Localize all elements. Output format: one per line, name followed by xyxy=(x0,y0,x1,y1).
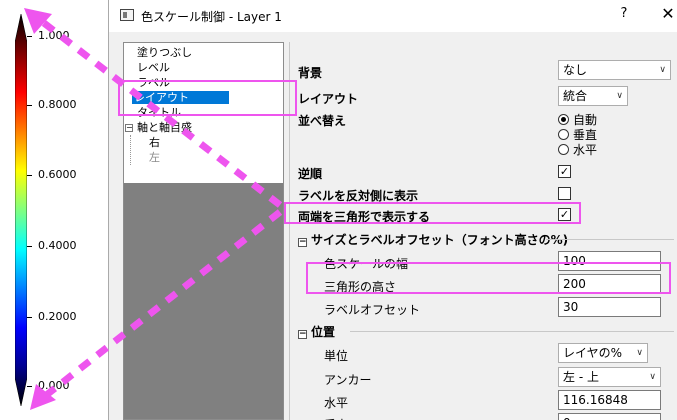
triangle-ends-checkbox[interactable]: ✓ xyxy=(558,208,571,221)
tick-mark xyxy=(27,175,32,176)
tree-item-label: 右 xyxy=(149,136,160,149)
triangle-height-label: 三角形の高さ xyxy=(324,280,397,294)
label-offset-label: ラベルオフセット xyxy=(324,303,421,317)
radio-selected-icon xyxy=(558,114,569,125)
radio-label: 水平 xyxy=(573,143,598,157)
tick-label-0: 0.000 xyxy=(38,379,70,392)
vertical-input[interactable]: 0 xyxy=(558,413,661,420)
horizontal-label: 水平 xyxy=(324,396,349,410)
horizontal-input[interactable]: 116.16848 xyxy=(558,390,661,410)
tree-item-label: 左 xyxy=(149,151,160,164)
tree-item-left[interactable]: 左 xyxy=(148,150,160,165)
tree-item-layout[interactable]: レイアウト xyxy=(132,90,229,105)
radio-icon xyxy=(558,129,569,140)
tick-label-02: 0.2000 xyxy=(38,310,77,323)
color-scale-bar xyxy=(15,14,27,406)
tree-item-label: 軸と軸目盛 xyxy=(137,121,192,134)
tree-item-right[interactable]: 右 xyxy=(148,135,160,150)
help-button[interactable]: ? xyxy=(616,6,632,21)
sort-label: 並べ替え xyxy=(298,114,347,128)
color-scale-gradient xyxy=(15,14,27,406)
section-divider xyxy=(350,331,674,332)
tree-item-axis-ticks[interactable]: − 軸と軸目盛 xyxy=(125,120,192,135)
collapse-icon: − xyxy=(298,237,307,247)
anchor-label: アンカー xyxy=(324,373,372,387)
label-offset-input[interactable]: 30 xyxy=(558,297,661,317)
triangle-height-input[interactable]: 200 xyxy=(558,274,661,294)
section-divider xyxy=(546,239,674,240)
tree-item-label: レイアウト xyxy=(132,91,229,104)
tick-mark xyxy=(27,386,32,387)
background-value: なし xyxy=(563,63,588,77)
size-offset-section-header[interactable]: − サイズとラベルオフセット（フォント高さの%) xyxy=(298,231,568,248)
radio-label: 自動 xyxy=(573,113,598,127)
tick-mark xyxy=(27,246,32,247)
triangle-ends-label: 両端を三角形で表示する xyxy=(298,210,431,224)
layout-value: 統合 xyxy=(563,89,588,103)
opposite-checkbox[interactable] xyxy=(558,187,571,200)
sort-option-horizontal[interactable]: 水平 xyxy=(558,143,597,158)
tick-mark xyxy=(27,105,32,106)
anchor-dropdown[interactable]: 左 - 上 ∨ xyxy=(558,367,661,387)
collapse-icon[interactable]: − xyxy=(125,124,133,132)
chevron-down-icon: ∨ xyxy=(649,372,656,382)
radio-icon xyxy=(558,144,569,155)
background-dropdown[interactable]: なし ∨ xyxy=(558,60,671,80)
anchor-value: 左 - 上 xyxy=(563,370,599,384)
dialog-body: 塗りつぶし レベル ラベル レイアウト タイトル − 軸と軸目盛 右 左 背景 な… xyxy=(109,32,677,420)
reverse-label: 逆順 xyxy=(298,167,323,181)
chevron-down-icon: ∨ xyxy=(659,65,666,75)
title-bar[interactable]: 色スケール制御 - Layer 1 ? ✕ xyxy=(109,0,677,32)
tree-item-title[interactable]: タイトル xyxy=(136,105,181,120)
collapse-icon: − xyxy=(298,329,307,339)
layout-dropdown[interactable]: 統合 ∨ xyxy=(558,86,628,106)
tick-label-06: 0.6000 xyxy=(38,168,77,181)
reverse-checkbox[interactable]: ✓ xyxy=(558,165,571,178)
tree-item-label: タイトル xyxy=(137,106,181,119)
settings-tree[interactable]: 塗りつぶし レベル ラベル レイアウト タイトル − 軸と軸目盛 右 左 xyxy=(123,42,284,420)
opposite-label: ラベルを反対側に表示 xyxy=(298,189,419,203)
tree-item-fill[interactable]: 塗りつぶし xyxy=(136,45,192,60)
scale-width-input[interactable]: 100 xyxy=(558,251,661,271)
radio-label: 垂直 xyxy=(573,128,598,142)
vertical-label: 垂直 xyxy=(324,416,348,420)
color-scale-preview: 1.000 0.8000 0.6000 0.4000 0.2000 0.000 xyxy=(0,0,108,420)
tick-mark xyxy=(27,36,32,37)
properties-panel: 背景 なし ∨ レイアウト 統合 ∨ 並べ替え 自動 垂直 水平 逆順 ✓ ラベ… xyxy=(289,42,677,420)
tick-label-04: 0.4000 xyxy=(38,239,77,252)
tree-item-levels[interactable]: レベル xyxy=(136,60,170,75)
window-icon xyxy=(120,9,134,21)
sort-option-vertical[interactable]: 垂直 xyxy=(558,128,597,143)
sort-option-auto[interactable]: 自動 xyxy=(558,113,597,128)
tick-label-08: 0.8000 xyxy=(38,98,77,111)
color-scale-control-dialog: 色スケール制御 - Layer 1 ? ✕ 塗りつぶし レベル ラベル レイアウ… xyxy=(108,0,677,420)
scale-width-label: 色スケールの幅 xyxy=(324,257,409,271)
tree-item-labels[interactable]: ラベル xyxy=(136,75,170,90)
chevron-down-icon: ∨ xyxy=(636,348,643,358)
tick-mark xyxy=(27,317,32,318)
layout-label: レイアウト xyxy=(298,92,359,106)
tree-item-label: レベル xyxy=(137,61,170,74)
unit-label: 単位 xyxy=(324,349,349,363)
background-label: 背景 xyxy=(298,66,323,80)
tree-empty-area xyxy=(124,183,283,419)
tree-item-label: ラベル xyxy=(137,76,170,89)
section-title: 位置 xyxy=(311,325,336,339)
tick-label-1: 1.000 xyxy=(38,29,70,42)
window-title: 色スケール制御 - Layer 1 xyxy=(141,10,282,24)
section-title: サイズとラベルオフセット（フォント高さの%) xyxy=(311,233,569,247)
chevron-down-icon: ∨ xyxy=(616,91,623,101)
unit-dropdown[interactable]: レイヤの% ∨ xyxy=(558,343,648,363)
unit-value: レイヤの% xyxy=(563,346,623,360)
tree-guide-line xyxy=(130,135,131,165)
close-button[interactable]: ✕ xyxy=(659,4,677,23)
tree-item-label: 塗りつぶし xyxy=(137,46,193,59)
position-section-header[interactable]: − 位置 xyxy=(298,323,335,340)
